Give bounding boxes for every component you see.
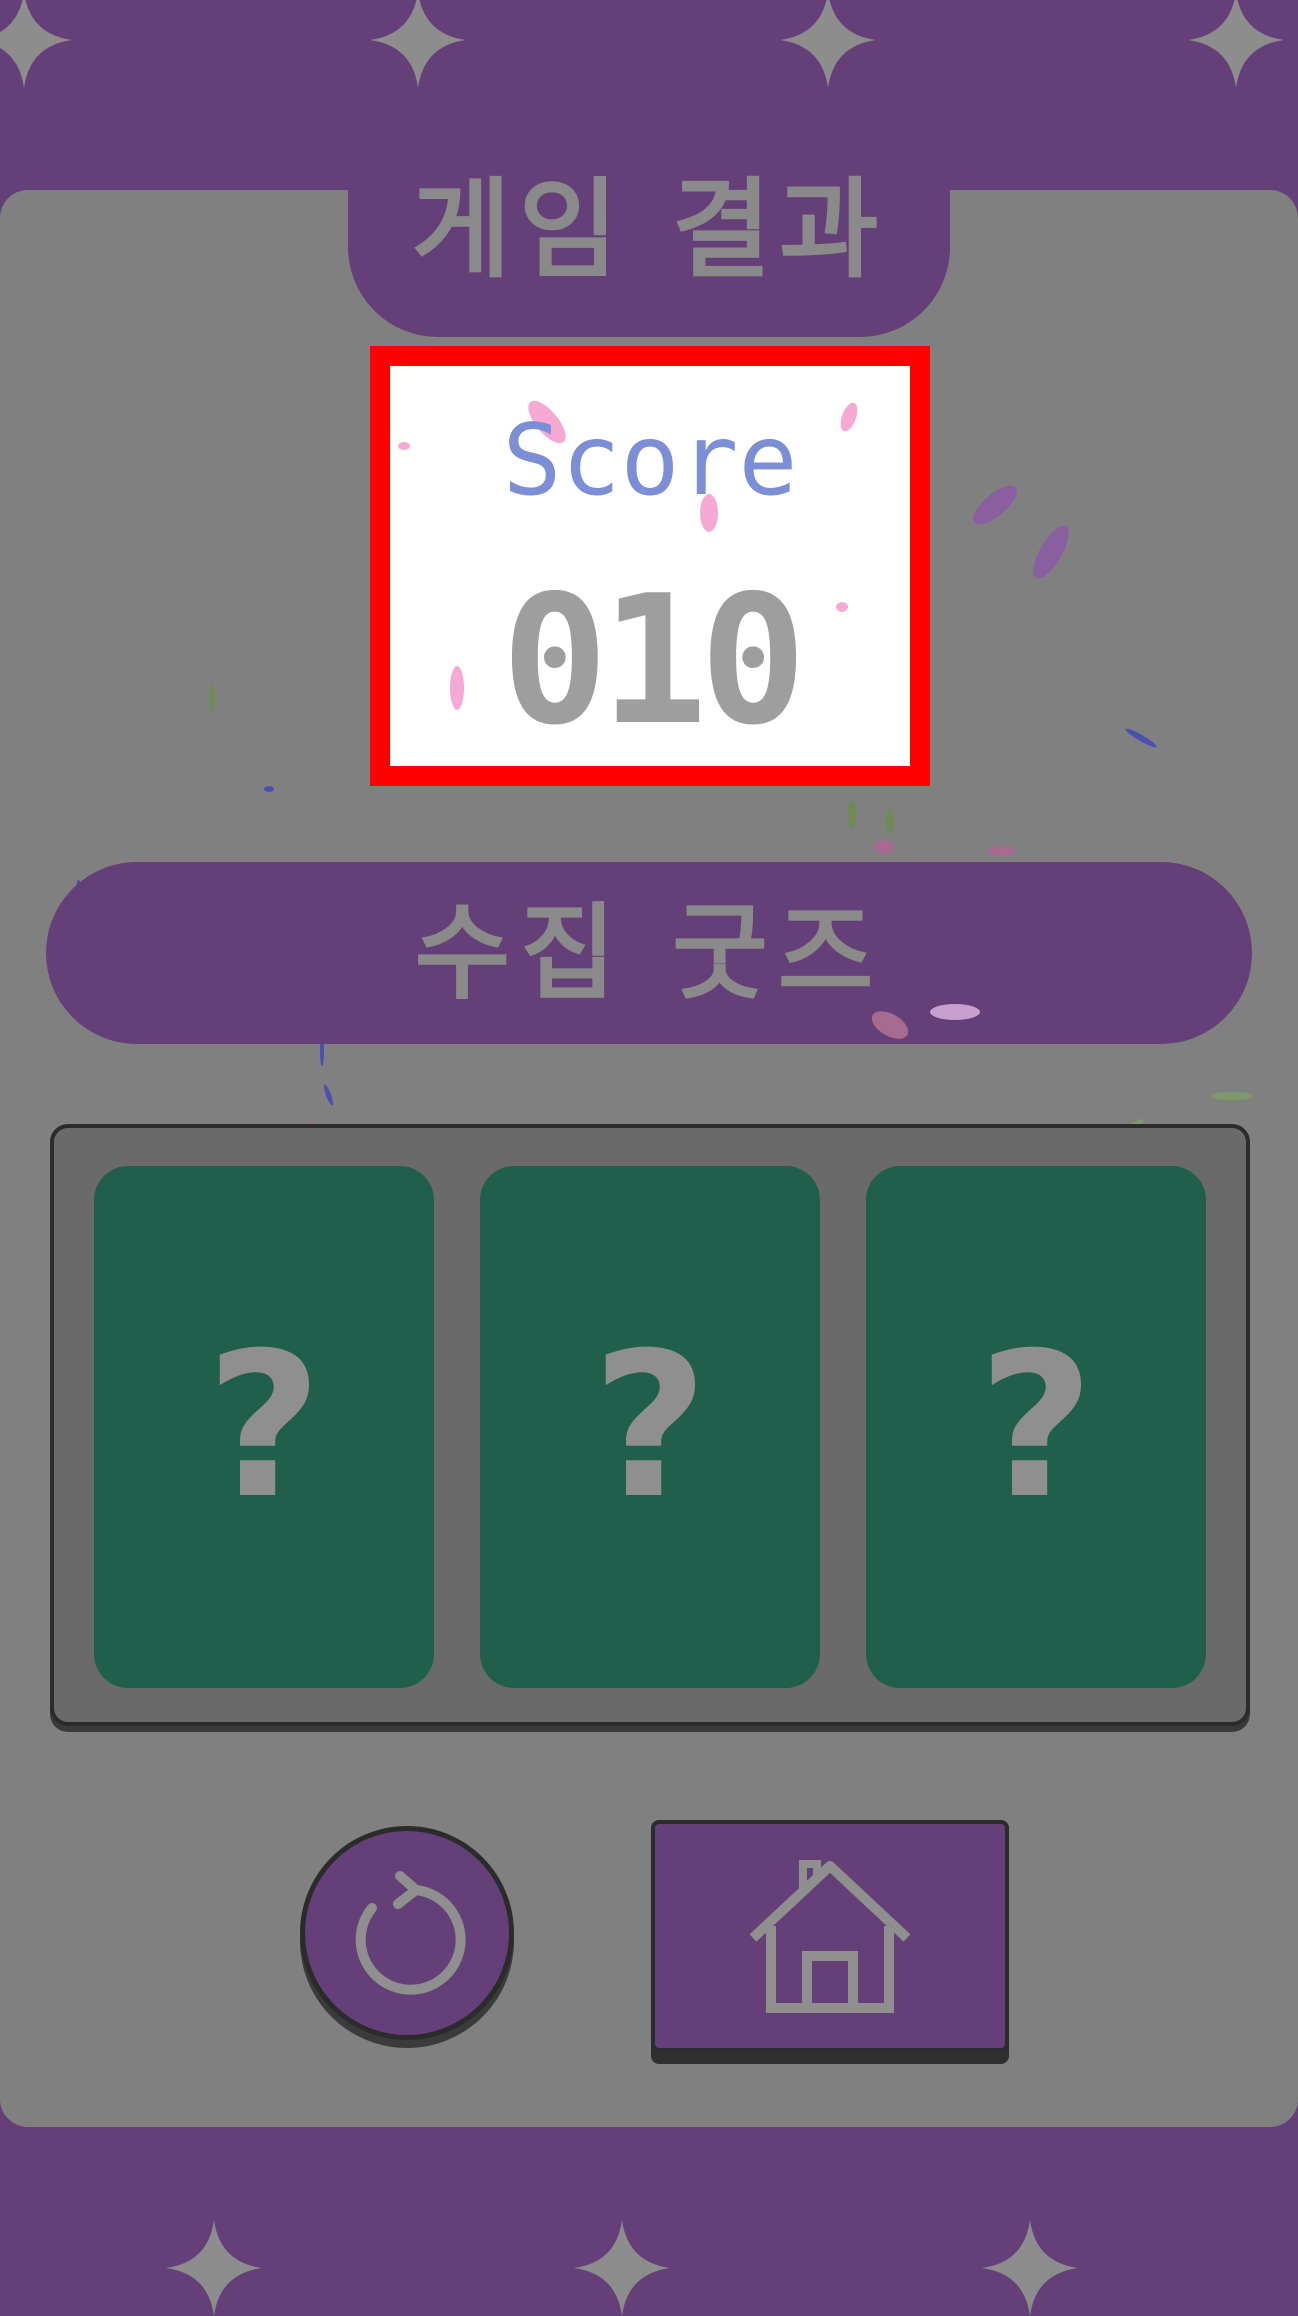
goods-card[interactable]: ? (94, 1166, 434, 1688)
goods-card[interactable]: ? (866, 1166, 1206, 1688)
sparkle-icon (574, 2220, 670, 2316)
home-icon (749, 1860, 911, 2013)
result-title-tab: 게임 결과 (348, 150, 950, 337)
confetti-petal (210, 684, 215, 714)
unknown-goods-label: ? (591, 1310, 708, 1543)
page-title: 게임 결과 (411, 167, 887, 293)
confetti-petal (886, 808, 894, 834)
sparkle-icon (1188, 0, 1284, 88)
confetti-petal (1212, 1092, 1252, 1100)
sparkle-icon (0, 0, 72, 88)
confetti-petal (988, 846, 1016, 856)
confetti-petal (930, 1004, 980, 1020)
sparkle-icon (370, 0, 466, 88)
sparkle-icon (166, 2220, 262, 2316)
home-button[interactable] (651, 1820, 1009, 2052)
retry-button[interactable] (300, 1826, 514, 2040)
confetti-petal (848, 800, 856, 828)
restart-icon (355, 1871, 466, 1995)
goods-title: 수집 굿즈 (414, 892, 884, 1014)
confetti-petal (264, 786, 274, 792)
confetti-petal (874, 840, 894, 854)
sparkle-icon (982, 2220, 1078, 2316)
unknown-goods-label: ? (977, 1310, 1094, 1543)
goods-tray: ? ? ? (50, 1124, 1250, 1726)
unknown-goods-label: ? (205, 1310, 322, 1543)
sparkle-icon (780, 0, 876, 88)
score-label: Score (502, 404, 798, 518)
goods-banner: 수집 굿즈 (46, 862, 1252, 1044)
goods-card[interactable]: ? (480, 1166, 820, 1688)
score-box: Score 010 (370, 346, 930, 786)
score-value: 010 (501, 557, 807, 764)
